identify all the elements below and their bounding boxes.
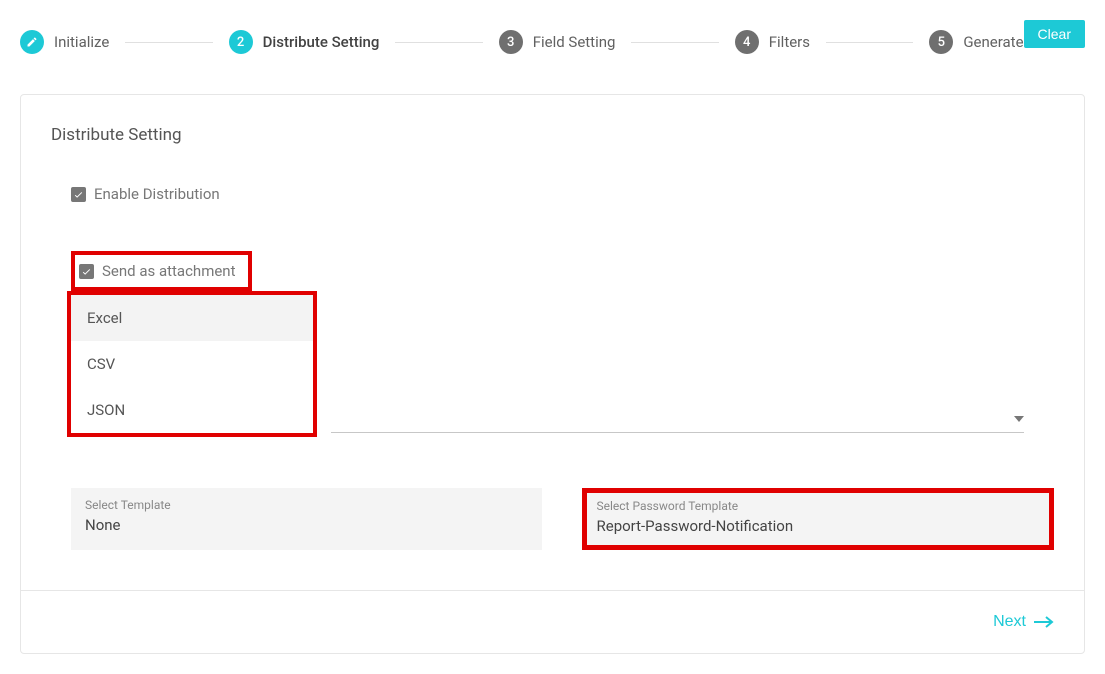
field-label: Select Template bbox=[85, 498, 528, 512]
step-label: Filters bbox=[769, 33, 810, 51]
step-number: 2 bbox=[229, 30, 253, 54]
step-number: 3 bbox=[499, 30, 523, 54]
step-connector bbox=[125, 42, 212, 43]
checkbox-checked-icon bbox=[71, 187, 86, 202]
format-select-underline[interactable] bbox=[331, 407, 1024, 433]
field-value: None bbox=[85, 516, 528, 534]
step-label: Initialize bbox=[54, 33, 109, 51]
checkbox-label: Enable Distribution bbox=[94, 185, 220, 203]
field-label: Select Password Template bbox=[597, 499, 1040, 513]
step-label: Distribute Setting bbox=[263, 33, 380, 51]
format-dropdown[interactable]: Excel CSV JSON bbox=[67, 291, 317, 437]
step-filters[interactable]: 4 Filters bbox=[735, 30, 810, 54]
step-initialize[interactable]: Initialize bbox=[20, 30, 109, 54]
card-title: Distribute Setting bbox=[51, 125, 1054, 145]
pencil-icon bbox=[20, 30, 44, 54]
step-distribute-setting[interactable]: 2 Distribute Setting bbox=[229, 30, 380, 54]
clear-button[interactable]: Clear bbox=[1024, 20, 1085, 48]
step-connector bbox=[395, 42, 482, 43]
format-option-excel[interactable]: Excel bbox=[71, 295, 313, 341]
step-field-setting[interactable]: 3 Field Setting bbox=[499, 30, 616, 54]
checkbox-checked-icon bbox=[79, 264, 94, 279]
step-generate[interactable]: 5 Generate bbox=[929, 30, 1023, 54]
select-password-template-field[interactable]: Select Password Template Report-Password… bbox=[582, 488, 1055, 550]
format-option-json[interactable]: JSON bbox=[71, 387, 313, 433]
send-as-attachment-checkbox[interactable]: Send as attachment bbox=[71, 251, 252, 291]
select-template-field[interactable]: Select Template None bbox=[71, 488, 542, 550]
field-value: Report-Password-Notification bbox=[597, 517, 1040, 535]
format-option-csv[interactable]: CSV bbox=[71, 341, 313, 387]
next-button[interactable]: Next bbox=[993, 613, 1054, 631]
stepper: Initialize 2 Distribute Setting 3 Field … bbox=[20, 20, 1024, 64]
arrow-right-icon bbox=[1034, 613, 1054, 631]
checkbox-label: Send as attachment bbox=[102, 262, 236, 280]
step-number: 5 bbox=[929, 30, 953, 54]
step-connector bbox=[826, 42, 913, 43]
enable-distribution-checkbox[interactable]: Enable Distribution bbox=[71, 185, 1054, 203]
next-button-label: Next bbox=[993, 613, 1026, 631]
step-label: Generate bbox=[963, 33, 1023, 51]
step-number: 4 bbox=[735, 30, 759, 54]
distribute-setting-card: Distribute Setting Enable Distribution S… bbox=[20, 94, 1085, 654]
chevron-down-icon bbox=[1014, 407, 1024, 426]
step-label: Field Setting bbox=[533, 33, 616, 51]
step-connector bbox=[631, 42, 718, 43]
